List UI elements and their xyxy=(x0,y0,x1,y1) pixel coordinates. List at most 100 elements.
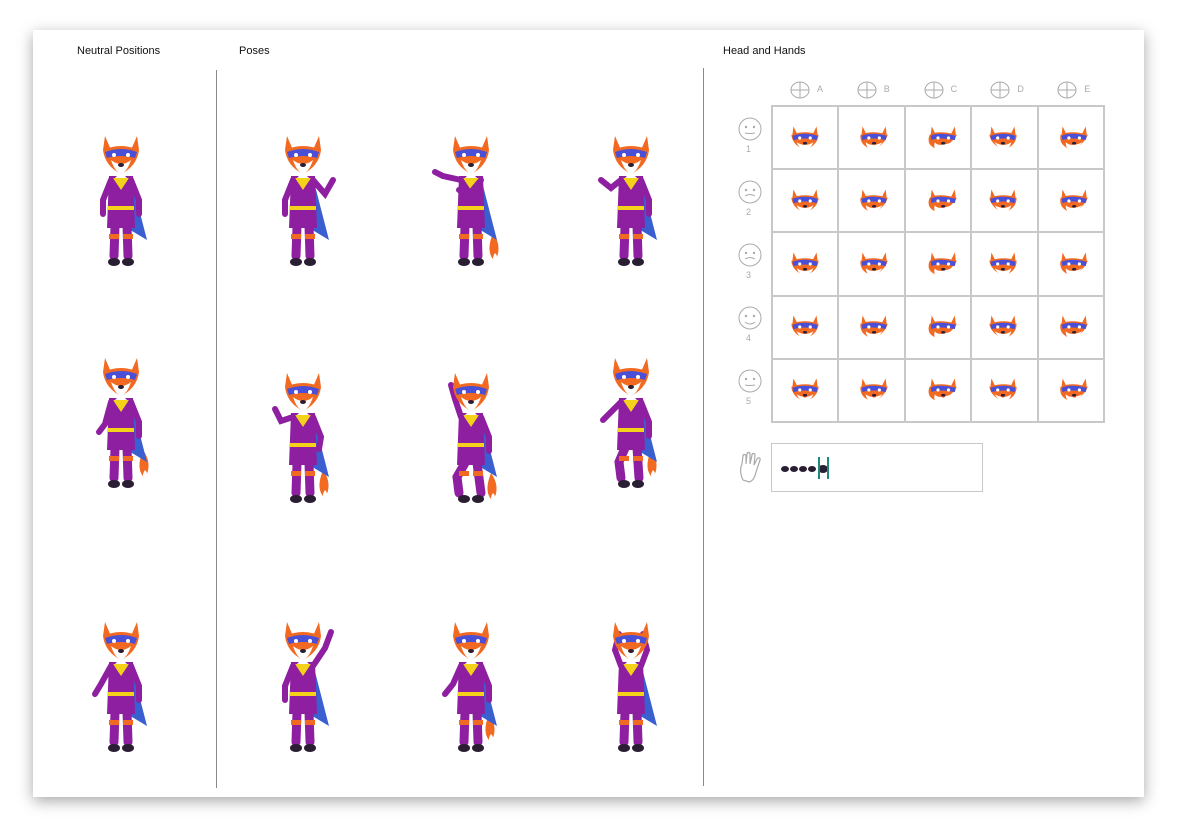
fox-head-icon xyxy=(1059,378,1088,402)
head-expression-cell xyxy=(904,295,972,359)
head-expression-cell xyxy=(1037,295,1104,359)
column-header: D xyxy=(971,80,1037,100)
head-angle-icon xyxy=(790,81,810,99)
divider-right xyxy=(703,68,704,786)
fox-head-icon xyxy=(859,252,888,276)
fox-pose-figure xyxy=(263,128,343,278)
fox-head-icon xyxy=(791,126,819,150)
row-label: 1 xyxy=(746,144,752,154)
fox-head-icon xyxy=(989,378,1017,402)
fox-head-icon xyxy=(1059,315,1088,339)
row-header: 5 xyxy=(733,368,767,418)
head-expression-cell xyxy=(1037,232,1104,296)
fox-head-icon xyxy=(791,189,819,213)
fox-pose-figure xyxy=(263,365,343,515)
row-header: 4 xyxy=(733,305,767,355)
row-header: 3 xyxy=(733,242,767,292)
head-expression-cell xyxy=(904,169,972,233)
fox-head-icon xyxy=(928,315,957,339)
head-expression-cell xyxy=(772,232,839,296)
head-expression-cell xyxy=(838,232,905,296)
fox-head-icon xyxy=(1059,189,1088,213)
head-expression-cell xyxy=(904,358,972,422)
head-angle-icon xyxy=(990,81,1010,99)
fox-head-icon xyxy=(791,252,819,276)
head-expression-cell xyxy=(838,106,905,170)
fox-head-icon xyxy=(928,252,957,276)
expression-face-icon xyxy=(738,243,762,267)
fox-pose-figure xyxy=(431,365,511,515)
head-angle-icon xyxy=(924,81,944,99)
hand-poses-icon xyxy=(781,457,829,479)
head-expression-cell xyxy=(1037,169,1104,233)
row-header: 1 xyxy=(733,116,767,166)
fox-pose-figure xyxy=(81,350,161,500)
column-header: E xyxy=(1038,80,1104,100)
row-label: 2 xyxy=(746,207,752,217)
column-header: A xyxy=(771,80,837,100)
fox-head-icon xyxy=(859,378,888,402)
fox-pose-figure xyxy=(591,350,671,500)
column-label: D xyxy=(1017,84,1024,94)
fox-head-icon xyxy=(859,315,888,339)
head-expression-cell xyxy=(772,106,839,170)
section-title-neutral: Neutral Positions xyxy=(77,45,161,57)
expression-face-icon xyxy=(738,180,762,204)
fox-head-icon xyxy=(989,252,1017,276)
character-sheet: Neutral Positions Poses Head and Hands A… xyxy=(33,30,1144,797)
fox-head-icon xyxy=(859,126,888,150)
head-expression-cell xyxy=(772,169,839,233)
head-expression-cell xyxy=(904,106,972,170)
column-label: C xyxy=(950,84,958,94)
column-label: E xyxy=(1084,84,1091,94)
head-expression-cell xyxy=(772,295,839,359)
head-expression-cell xyxy=(838,169,905,233)
fox-head-icon xyxy=(928,189,957,213)
fox-pose-figure xyxy=(591,614,671,764)
section-title-poses: Poses xyxy=(239,45,270,57)
fox-pose-figure xyxy=(431,614,511,764)
head-expression-cell xyxy=(971,295,1038,359)
hand-icon xyxy=(737,450,767,489)
fox-pose-figure xyxy=(591,128,671,278)
head-expression-cell xyxy=(838,295,905,359)
column-label: A xyxy=(817,84,824,94)
fox-head-icon xyxy=(989,315,1017,339)
head-angle-icon xyxy=(1057,81,1077,99)
hands-panel xyxy=(771,443,983,492)
fox-pose-figure xyxy=(81,614,161,764)
fox-head-icon xyxy=(989,189,1017,213)
fox-head-icon xyxy=(1059,252,1088,276)
fox-head-icon xyxy=(791,315,819,339)
fox-pose-figure xyxy=(81,128,161,278)
head-expression-cell xyxy=(971,169,1038,233)
head-expression-cell xyxy=(971,232,1038,296)
head-expression-cell xyxy=(1037,106,1104,170)
fox-head-icon xyxy=(859,189,888,213)
row-label: 5 xyxy=(746,396,752,406)
fox-head-icon xyxy=(1059,126,1088,150)
head-expression-cell xyxy=(971,106,1038,170)
row-header: 2 xyxy=(733,179,767,229)
head-expression-cell xyxy=(838,358,905,422)
fox-head-icon xyxy=(928,378,957,402)
column-label: B xyxy=(883,84,890,94)
row-label: 3 xyxy=(746,270,752,280)
expression-face-icon xyxy=(738,369,762,393)
fox-head-icon xyxy=(791,378,819,402)
expression-face-icon xyxy=(738,117,762,141)
head-angle-icon xyxy=(857,81,877,99)
fox-pose-figure xyxy=(431,128,511,278)
fox-head-icon xyxy=(989,126,1017,150)
fox-head-icon xyxy=(928,126,957,150)
expression-face-icon xyxy=(738,306,762,330)
fox-pose-figure xyxy=(263,614,343,764)
column-header: B xyxy=(838,80,904,100)
head-expression-grid xyxy=(771,105,1105,423)
section-title-head-hands: Head and Hands xyxy=(723,45,806,57)
head-expression-cell xyxy=(772,358,839,422)
head-expression-cell xyxy=(904,232,972,296)
column-header: C xyxy=(905,80,971,100)
divider-left xyxy=(216,70,217,788)
row-label: 4 xyxy=(746,333,752,343)
